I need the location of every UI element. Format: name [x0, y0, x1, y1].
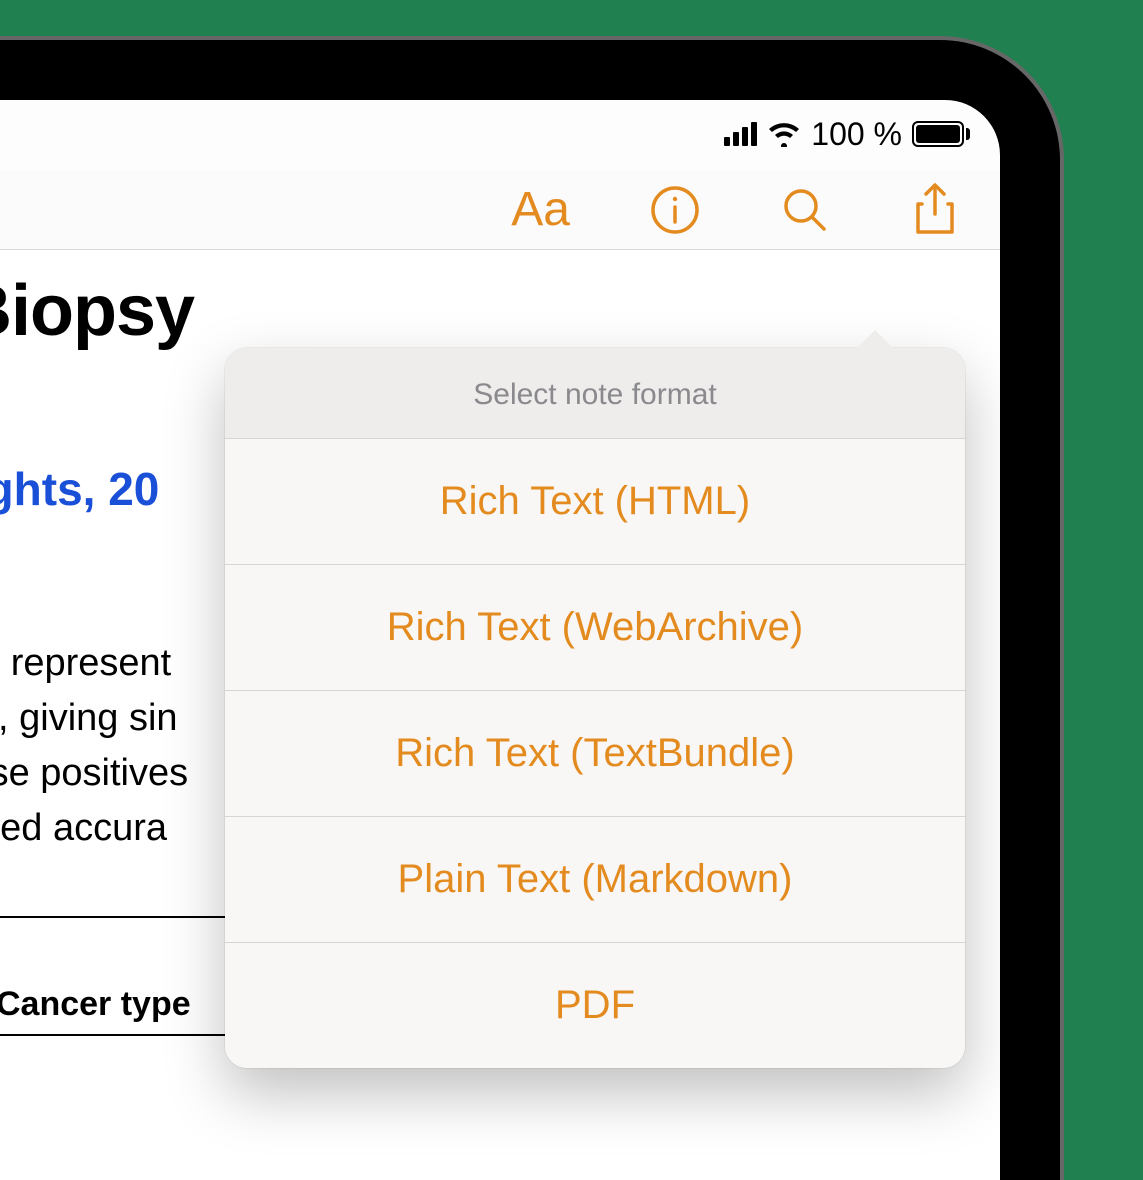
search-button[interactable] [780, 185, 830, 235]
cellular-icon [724, 122, 757, 146]
format-option-markdown[interactable]: Plain Text (Markdown) [225, 817, 965, 943]
format-option-webarchive[interactable]: Rich Text (WebArchive) [225, 565, 965, 691]
popover-header: Select note format [225, 348, 965, 439]
format-option-textbundle[interactable]: Rich Text (TextBundle) [225, 691, 965, 817]
wifi-icon [767, 121, 801, 147]
battery-icon [912, 121, 970, 147]
format-option-pdf[interactable]: PDF [225, 943, 965, 1068]
share-button[interactable] [910, 182, 960, 238]
battery-percent-label: 100 % [811, 116, 902, 153]
screen: 100 % Aa [0, 100, 1000, 1180]
font-style-button[interactable]: Aa [511, 182, 570, 237]
device-frame: 100 % Aa [0, 40, 1060, 1180]
table-col-label: Cancer type [0, 975, 262, 1034]
export-format-popover: Select note format Rich Text (HTML) Rich… [225, 348, 965, 1068]
info-button[interactable] [650, 185, 700, 235]
note-title: Biopsy [0, 270, 1000, 352]
format-option-html[interactable]: Rich Text (HTML) [225, 439, 965, 565]
editor-toolbar: Aa [0, 170, 1000, 250]
status-bar: 100 % [724, 114, 970, 154]
